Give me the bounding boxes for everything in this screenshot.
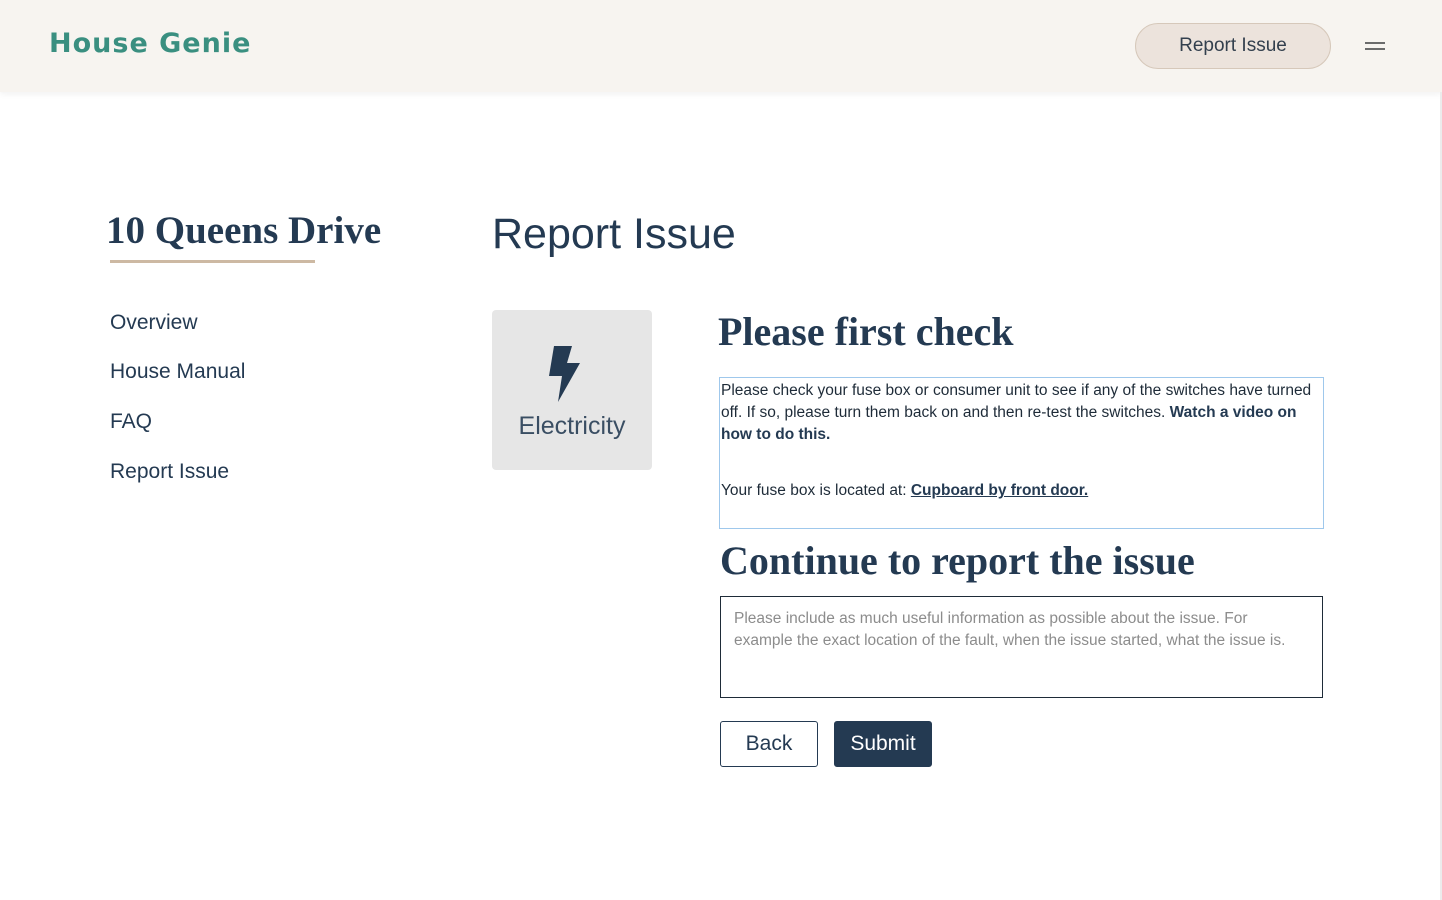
- category-card-electricity[interactable]: Electricity: [492, 310, 652, 470]
- first-check-instructions: Please check your fuse box or consumer u…: [721, 380, 1322, 446]
- lightning-bolt-icon: [549, 346, 580, 402]
- house-genie-logo[interactable]: House Genie: [49, 28, 251, 59]
- back-button[interactable]: Back: [720, 721, 818, 767]
- report-issue-heading: Continue to report the issue: [720, 538, 1195, 583]
- property-title: 10 Queens Drive: [106, 209, 382, 252]
- category-label: Electricity: [518, 412, 626, 440]
- first-check-heading: Please first check: [718, 309, 1014, 354]
- top-navigation-bar: House Genie Report Issue: [0, 0, 1442, 92]
- title-underline: [110, 260, 315, 263]
- header-report-issue-button[interactable]: Report Issue: [1135, 23, 1331, 69]
- hamburger-menu-icon[interactable]: [1365, 42, 1387, 54]
- sidebar-item-faq[interactable]: FAQ: [110, 410, 152, 434]
- page-title: Report Issue: [492, 210, 736, 258]
- first-check-panel: Please check your fuse box or consumer u…: [719, 377, 1324, 529]
- sidebar-item-house-manual[interactable]: House Manual: [110, 360, 245, 384]
- submit-button[interactable]: Submit: [834, 721, 932, 767]
- fuse-box-location-label: Your fuse box is located at:: [721, 482, 907, 499]
- sidebar-item-report-issue[interactable]: Report Issue: [110, 460, 229, 484]
- issue-description-input[interactable]: [720, 596, 1323, 698]
- sidebar-item-overview[interactable]: Overview: [110, 311, 198, 335]
- fuse-box-location: Your fuse box is located at: Cupboard by…: [721, 480, 1322, 502]
- fuse-box-location-link[interactable]: Cupboard by front door.: [911, 482, 1088, 499]
